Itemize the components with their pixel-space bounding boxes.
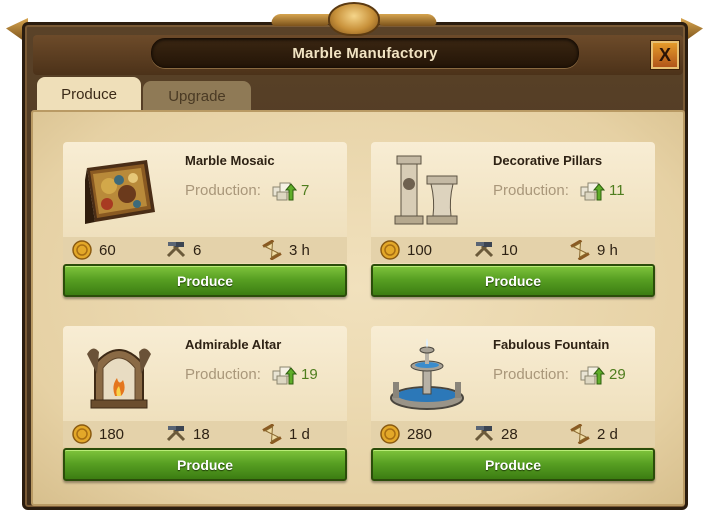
- admirable-altar-image: [87, 348, 151, 409]
- item-name: Admirable Altar: [185, 337, 282, 352]
- production-panel: Marble Mosaic Production: 7 60 6 3 h Pro…: [31, 110, 685, 506]
- hammer-tools-icon: [474, 242, 494, 258]
- card-info: Fabulous Fountain Production: 29: [371, 326, 655, 421]
- supplies-cost: 18: [165, 424, 210, 444]
- hourglass-icon: [570, 240, 590, 260]
- coins-cost: 60: [71, 240, 116, 260]
- time-cost: 9 h: [569, 240, 618, 260]
- production-value: 11: [609, 182, 625, 199]
- produce-button-label: Produce: [176, 272, 233, 289]
- coins-value: 280: [407, 425, 433, 443]
- item-name: Fabulous Fountain: [493, 337, 610, 352]
- card-costs: 60 6 3 h: [63, 237, 347, 263]
- produce-button[interactable]: Produce: [63, 448, 347, 481]
- production-value: 29: [609, 366, 626, 383]
- produce-button[interactable]: Produce: [371, 264, 655, 297]
- time-value: 9 h: [597, 241, 618, 259]
- supplies-value: 18: [193, 425, 210, 443]
- fabulous-fountain-image: [390, 338, 464, 410]
- production-card-marble-mosaic: Marble Mosaic Production: 7 60 6 3 h Pro…: [63, 142, 347, 297]
- card-costs: 100 10 9 h: [371, 237, 655, 263]
- produce-button[interactable]: Produce: [371, 448, 655, 481]
- production-value: 7: [301, 182, 310, 199]
- time-value: 1 d: [289, 425, 310, 443]
- card-info: Decorative Pillars Production: 11: [371, 142, 655, 237]
- marble-goods-icon: [272, 366, 297, 385]
- item-name: Decorative Pillars: [493, 153, 603, 168]
- window-frame: Marble Manufactory X Upgrade Produce Mar…: [22, 22, 688, 510]
- hourglass-icon: [262, 240, 282, 260]
- card-costs: 280 28 2 d: [371, 421, 655, 447]
- hammer-tools-icon: [166, 426, 186, 442]
- time-cost: 1 d: [261, 424, 310, 444]
- coins-value: 180: [99, 425, 125, 443]
- title-plate: Marble Manufactory: [151, 38, 579, 68]
- item-name: Marble Mosaic: [185, 153, 275, 168]
- coins-cost: 180: [71, 424, 124, 444]
- window-title: Marble Manufactory: [292, 44, 438, 62]
- coins-value: 100: [407, 241, 433, 259]
- production-label: Production:: [185, 366, 261, 383]
- decorative-pillars-image: [394, 155, 458, 225]
- coins-value: 60: [99, 241, 116, 259]
- supplies-value: 6: [193, 241, 202, 259]
- close-button[interactable]: X: [651, 41, 679, 69]
- production-label: Production:: [493, 366, 569, 383]
- production-value: 19: [301, 366, 318, 383]
- tab-upgrade[interactable]: Upgrade: [143, 81, 251, 111]
- production-card-decorative-pillars: Decorative Pillars Production: 11 100 10…: [371, 142, 655, 297]
- produce-button-label: Produce: [484, 456, 541, 473]
- produce-button-label: Produce: [176, 456, 233, 473]
- time-value: 2 d: [597, 425, 618, 443]
- coin-icon: [380, 424, 400, 444]
- production-card-fabulous-fountain: Fabulous Fountain Production: 29 280 28 …: [371, 326, 655, 481]
- supplies-cost: 28: [473, 424, 518, 444]
- time-cost: 3 h: [261, 240, 310, 260]
- tab-upgrade-label: Upgrade: [168, 87, 226, 105]
- produce-button[interactable]: Produce: [63, 264, 347, 297]
- marble-goods-icon: [580, 182, 605, 201]
- marble-goods-icon: [580, 366, 605, 385]
- hammer-tools-icon: [166, 242, 186, 258]
- coin-icon: [72, 424, 92, 444]
- supplies-value: 10: [501, 241, 518, 259]
- crest-wing-left: [269, 14, 335, 26]
- production-label: Production:: [185, 182, 261, 199]
- hourglass-icon: [570, 424, 590, 444]
- time-value: 3 h: [289, 241, 310, 259]
- lion-crest-icon: [328, 2, 380, 36]
- close-icon: X: [658, 44, 671, 65]
- coin-icon: [380, 240, 400, 260]
- coins-cost: 100: [379, 240, 432, 260]
- supplies-cost: 10: [473, 240, 518, 260]
- produce-button-label: Produce: [484, 272, 541, 289]
- supplies-value: 28: [501, 425, 518, 443]
- card-info: Marble Mosaic Production: 7: [63, 142, 347, 237]
- time-cost: 2 d: [569, 424, 618, 444]
- hammer-tools-icon: [474, 426, 494, 442]
- production-card-admirable-altar: Admirable Altar Production: 19 180 18 1 …: [63, 326, 347, 481]
- coins-cost: 280: [379, 424, 432, 444]
- tab-produce-label: Produce: [61, 85, 117, 103]
- window-header: Marble Manufactory: [33, 35, 683, 75]
- production-label: Production:: [493, 182, 569, 199]
- crest-wing-right: [373, 14, 439, 26]
- supplies-cost: 6: [165, 240, 201, 260]
- marble-mosaic-image: [85, 160, 155, 224]
- card-costs: 180 18 1 d: [63, 421, 347, 447]
- coin-icon: [72, 240, 92, 260]
- marble-goods-icon: [272, 182, 297, 201]
- card-info: Admirable Altar Production: 19: [63, 326, 347, 421]
- tab-produce[interactable]: Produce: [37, 77, 141, 111]
- hourglass-icon: [262, 424, 282, 444]
